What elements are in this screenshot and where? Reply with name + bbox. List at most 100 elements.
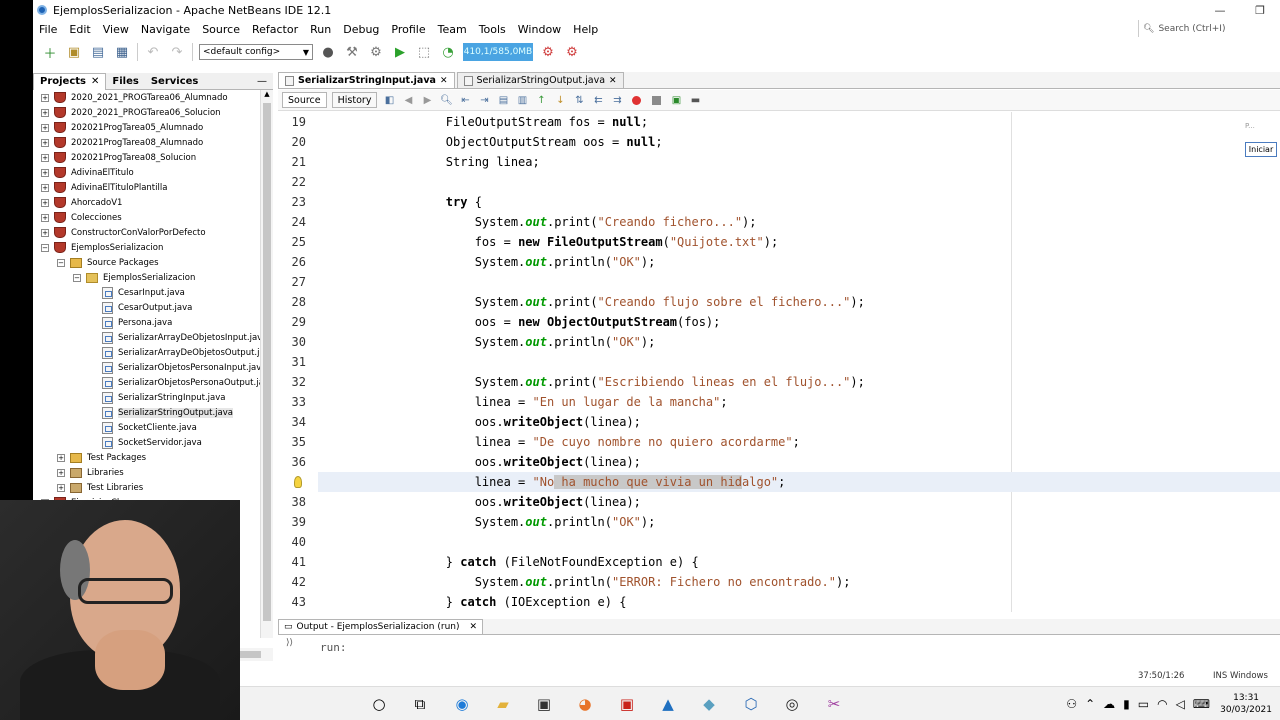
menu-debug[interactable]: Debug xyxy=(337,23,385,36)
tree-item[interactable]: + AhorcadoV1 xyxy=(41,195,122,210)
output-console[interactable]: ⟩⟩ run: xyxy=(278,636,1280,663)
usb-icon[interactable]: ▮ xyxy=(1123,697,1130,711)
firefox-icon[interactable]: ◕ xyxy=(574,693,596,715)
acrobat-icon[interactable]: ▣ xyxy=(616,693,638,715)
tree-item[interactable]: CesarOutput.java xyxy=(89,300,192,315)
toggle-highlight-icon[interactable]: ▤ xyxy=(496,93,510,107)
code-line[interactable]: } catch (IOException e) { xyxy=(388,592,627,612)
scroll-thumb[interactable] xyxy=(263,103,271,621)
lightbulb-hint-icon[interactable] xyxy=(294,476,302,488)
new-file-icon[interactable]: ＋ xyxy=(41,43,59,62)
config-select[interactable]: <default config> ▼ xyxy=(199,44,313,60)
code-line[interactable]: FileOutputStream fos = null; xyxy=(388,112,648,132)
tree-item[interactable]: − Source Packages xyxy=(57,255,159,270)
tab-output[interactable]: ▭ Output - EjemplosSerializacion (run) ✕ xyxy=(278,619,484,634)
shift-left-icon[interactable]: ⇇ xyxy=(591,93,605,107)
history-view-button[interactable]: History xyxy=(331,92,378,108)
code-line[interactable]: linea = "De cuyo nombre no quiero acorda… xyxy=(388,432,800,452)
volume-icon[interactable]: ◁ xyxy=(1176,697,1185,711)
close-icon[interactable]: ✕ xyxy=(91,76,99,87)
profile-icon[interactable]: ◔ xyxy=(439,43,457,61)
edge-icon[interactable]: ◉ xyxy=(451,693,473,715)
toggle-bookmark-icon[interactable]: ⇅ xyxy=(572,93,586,107)
tree-item[interactable]: SocketCliente.java xyxy=(89,420,197,435)
comment-icon[interactable]: ▣ xyxy=(669,93,683,107)
run-icon[interactable]: ▶ xyxy=(391,43,409,61)
tree-item[interactable]: SerializarObjetosPersonaInput.java xyxy=(89,360,260,375)
file-explorer-icon[interactable]: ▰ xyxy=(492,693,514,715)
side-p-button[interactable]: P... xyxy=(1245,122,1255,130)
globe-icon[interactable]: ● xyxy=(319,43,337,61)
tab-serializar-string-output[interactable]: SerializarStringOutput.java ✕ xyxy=(456,72,624,88)
find-icon[interactable]: 🔍︎ xyxy=(439,93,453,107)
find-previous-icon[interactable]: ⇤ xyxy=(458,93,472,107)
search-box[interactable]: 🔍︎ Search (Ctrl+I) xyxy=(1138,20,1280,37)
menu-window[interactable]: Window xyxy=(512,23,567,36)
code-line[interactable]: System.out.print("Escribiendo lineas en … xyxy=(388,372,865,392)
code-editor[interactable]: 19 20 21 22 23 24 25 26 27 28 29 30 31 32 33 34 35 36 38 39… xyxy=(278,112,1280,612)
code-line[interactable]: oos = new ObjectOutputStream(fos); xyxy=(388,312,721,332)
onedrive-icon[interactable]: ☁ xyxy=(1103,697,1115,711)
stop-macro-icon[interactable] xyxy=(652,95,662,105)
menu-edit[interactable]: Edit xyxy=(63,23,96,36)
tree-item[interactable]: + ConstructorConValorPorDefecto xyxy=(41,225,206,240)
menu-refactor[interactable]: Refactor xyxy=(246,23,304,36)
line-number-gutter[interactable]: 19 20 21 22 23 24 25 26 27 28 29 30 31 32 33 34 35 36 38 39… xyxy=(278,112,318,612)
scroll-up-icon[interactable]: ▲ xyxy=(261,90,273,102)
code-line[interactable]: oos.writeObject(linea); xyxy=(388,412,641,432)
prev-bookmark-icon[interactable]: ↑ xyxy=(534,93,548,107)
tree-item[interactable]: +202021ProgTarea05_Alumnado xyxy=(41,120,203,135)
menu-tools[interactable]: Tools xyxy=(473,23,512,36)
rerun-icon[interactable]: ⟩⟩ xyxy=(286,638,293,648)
people-icon[interactable]: ⚇ xyxy=(1066,697,1077,711)
toggle-rect-select-icon[interactable]: ▥ xyxy=(515,93,529,107)
back-icon[interactable]: ◀ xyxy=(401,93,415,107)
expand-icon[interactable]: + xyxy=(41,228,49,237)
tab-files[interactable]: Files xyxy=(106,73,144,90)
clean-build-icon[interactable]: ⚙ xyxy=(367,43,385,61)
tree-item[interactable]: + AdivinaElTitulo xyxy=(41,165,134,180)
tree-item[interactable]: CesarInput.java xyxy=(89,285,185,300)
uncomment-icon[interactable]: ▬ xyxy=(688,93,702,107)
tree-item[interactable]: SerializarArrayDeObjetosInput.java xyxy=(89,330,260,345)
tree-item[interactable]: − EjemplosSerializacion xyxy=(41,240,163,255)
expand-icon[interactable]: + xyxy=(41,108,49,117)
tree-item[interactable]: +2020_2021_PROGTarea06_Alumnado xyxy=(41,90,228,105)
tree-item[interactable]: +202021ProgTarea08_Alumnado xyxy=(41,135,203,150)
last-edit-icon[interactable]: ◧ xyxy=(382,93,396,107)
expand-icon[interactable]: + xyxy=(57,483,65,492)
tree-item[interactable]: SerializarObjetosPersonaOutput.ja xyxy=(89,375,260,390)
record-macro-icon[interactable] xyxy=(632,95,642,105)
expand-icon[interactable]: + xyxy=(41,168,49,177)
code-line[interactable]: oos.writeObject(linea); xyxy=(388,452,641,472)
menu-source[interactable]: Source xyxy=(196,23,246,36)
tree-vertical-scrollbar[interactable]: ▲ xyxy=(260,90,273,638)
forward-icon[interactable]: ▶ xyxy=(420,93,434,107)
expand-icon[interactable]: + xyxy=(41,213,49,222)
expand-icon[interactable]: + xyxy=(41,198,49,207)
tree-item[interactable]: Persona.java xyxy=(89,315,172,330)
menu-team[interactable]: Team xyxy=(432,23,473,36)
wifi-icon[interactable]: ◠ xyxy=(1157,697,1167,711)
debug-icon[interactable]: ⬚ xyxy=(415,43,433,61)
tree-item[interactable]: SerializarStringInput.java xyxy=(89,390,225,405)
store-icon[interactable]: ▣ xyxy=(533,693,555,715)
menu-navigate[interactable]: Navigate xyxy=(135,23,196,36)
tree-item[interactable]: SerializarStringOutput.java xyxy=(89,405,233,420)
tab-services[interactable]: Services xyxy=(145,73,205,90)
code-line[interactable]: ObjectOutputStream oos = null; xyxy=(388,132,663,152)
code-line[interactable]: System.out.println("ERROR: Fichero no en… xyxy=(388,572,851,592)
tree-item[interactable]: SerializarArrayDeObjetosOutput.ja xyxy=(89,345,260,360)
snipping-icon[interactable]: ✂ xyxy=(823,693,845,715)
menu-profile[interactable]: Profile xyxy=(385,23,431,36)
code-line[interactable]: System.out.println("OK"); xyxy=(388,252,656,272)
tree-item[interactable]: − EjemplosSerializacion xyxy=(73,270,195,285)
code-line[interactable]: linea = "No ha mucho que vivia un hidalg… xyxy=(388,472,785,492)
find-next-icon[interactable]: ⇥ xyxy=(477,93,491,107)
tree-item[interactable]: SocketServidor.java xyxy=(89,435,202,450)
open-project-icon[interactable]: ▤ xyxy=(89,43,107,61)
code-line[interactable]: } catch (FileNotFoundException e) { xyxy=(388,552,699,572)
menu-run[interactable]: Run xyxy=(304,23,337,36)
app-icon[interactable]: ◆ xyxy=(698,693,720,715)
collapse-icon[interactable]: − xyxy=(57,258,65,267)
